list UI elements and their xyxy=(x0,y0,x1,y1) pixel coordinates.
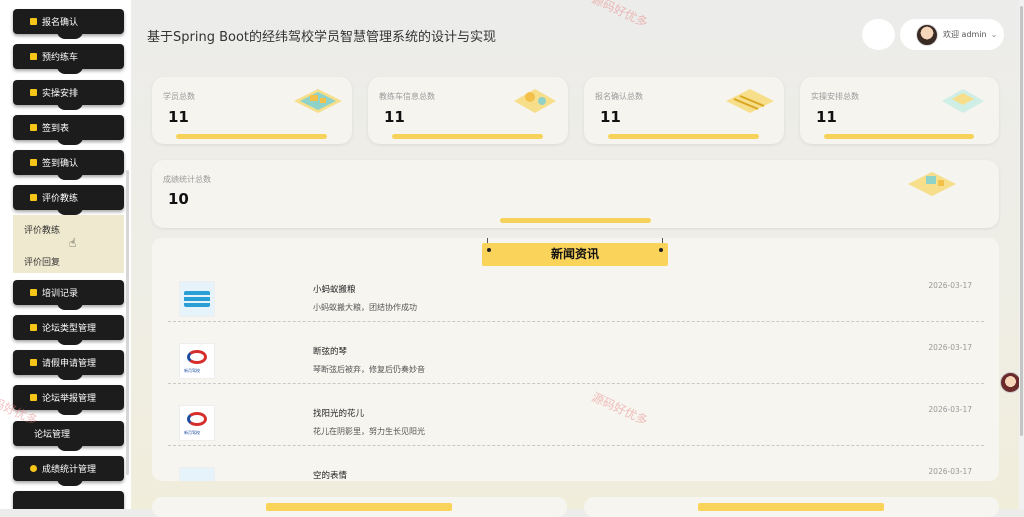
schedule-icon xyxy=(30,89,37,96)
avatar xyxy=(916,23,938,46)
stat-label: 教练车信息总数 xyxy=(379,92,435,101)
isometric-illustration-icon xyxy=(726,89,774,113)
stat-bar xyxy=(500,218,651,223)
menu-item-signup-confirm[interactable]: 报名确认 xyxy=(13,9,124,39)
sidebar: 报名确认 预约练车 实操安排 签到表 签到确认 评价教练 评价教练 评价回复 ☝… xyxy=(0,0,131,509)
menu-item-forum-type[interactable]: 论坛类型管理 xyxy=(13,315,124,345)
news-item[interactable]: 新月驾校 断弦的琴 琴断弦后被弃，修复后仍奏妙音 2026-03-17 xyxy=(168,321,984,384)
user-menu[interactable]: 欢迎 admin ⌄ xyxy=(900,19,1004,50)
news-date: 2026-03-17 xyxy=(928,467,972,476)
report-icon xyxy=(30,394,37,401)
floating-avatar[interactable] xyxy=(1000,372,1021,393)
folder-icon xyxy=(30,324,37,331)
news-title[interactable]: 找阳光的花儿 xyxy=(313,407,364,419)
welcome-text: 欢迎 admin xyxy=(943,30,987,39)
news-title[interactable]: 小蚂蚁搬粮 xyxy=(313,283,356,295)
record-icon xyxy=(30,289,37,296)
stat-value: 10 xyxy=(168,190,189,208)
stat-label: 实操安排总数 xyxy=(811,92,859,101)
confirm-icon xyxy=(30,159,37,166)
leave-icon xyxy=(30,359,37,366)
stat-value: 11 xyxy=(600,108,621,126)
stat-card-coach-cars: 教练车信息总数 11 xyxy=(368,77,568,144)
mouse-cursor-icon: ☝ xyxy=(69,236,77,250)
menu-item-more[interactable] xyxy=(13,491,124,509)
stat-value: 11 xyxy=(168,108,189,126)
page-title: 基于Spring Boot的经纬驾校学员智慧管理系统的设计与实现 xyxy=(147,30,497,45)
news-title[interactable]: 断弦的琴 xyxy=(313,345,347,357)
stat-bar xyxy=(392,134,543,139)
isometric-illustration-icon xyxy=(942,89,984,113)
stat-label: 学员总数 xyxy=(163,92,195,101)
stat-card-students: 学员总数 11 xyxy=(152,77,352,144)
submenu-item-review-reply[interactable]: 评价回复 xyxy=(24,255,60,268)
isometric-illustration-icon xyxy=(514,89,556,113)
menu-item-practical-schedule[interactable]: 实操安排 xyxy=(13,80,124,110)
news-date: 2026-03-17 xyxy=(928,343,972,352)
page-scrollbar[interactable] xyxy=(1019,0,1024,509)
sidebar-scrollbar[interactable] xyxy=(126,170,129,475)
isometric-illustration-icon xyxy=(294,89,342,113)
header-circle-button[interactable] xyxy=(862,19,895,50)
submenu-item-coach-review[interactable]: 评价教练 xyxy=(24,223,60,236)
news-thumbnail xyxy=(179,281,215,317)
news-item[interactable]: 小蚂蚁搬粮 小蚂蚁搬大粮，团结协作成功 2026-03-17 xyxy=(168,259,984,322)
stat-bar xyxy=(608,134,759,139)
menu-item-checkin-sheet[interactable]: 签到表 xyxy=(13,115,124,145)
watermark-text: 源码好优多 xyxy=(589,0,650,30)
calendar-icon xyxy=(30,53,37,60)
isometric-illustration-icon xyxy=(908,172,956,196)
stat-bar xyxy=(176,134,327,139)
news-desc: 琴断弦后被弃，修复后仍奏妙音 xyxy=(313,365,425,374)
news-thumbnail: 新月驾校 xyxy=(179,405,215,441)
checkin-icon xyxy=(30,124,37,131)
menu-item-book-practice[interactable]: 预约练车 xyxy=(13,44,124,74)
news-thumbnail: 新月驾校 xyxy=(179,343,215,379)
menu-item-training-record[interactable]: 培训记录 xyxy=(13,280,124,310)
menu-item-checkin-confirm[interactable]: 签到确认 xyxy=(13,150,124,180)
chevron-down-icon: ⌄ xyxy=(990,30,998,39)
news-item[interactable]: 新月驾校 找阳光的花儿 花儿在阴影里，努力生长见阳光 2026-03-17 xyxy=(168,383,984,446)
news-date: 2026-03-17 xyxy=(928,405,972,414)
clipboard-icon xyxy=(30,18,37,25)
news-date: 2026-03-17 xyxy=(928,281,972,290)
news-title[interactable]: 空的表情 xyxy=(313,469,347,481)
bottom-panel-left xyxy=(152,497,567,517)
bottom-panel-right xyxy=(584,497,999,517)
review-icon xyxy=(30,194,37,201)
stat-value: 11 xyxy=(384,108,405,126)
stat-card-signup-confirm: 报名确认总数 11 xyxy=(584,77,784,144)
stat-label: 报名确认总数 xyxy=(595,92,643,101)
news-thumbnail xyxy=(179,467,215,481)
news-desc: 小蚂蚁搬大粮，团结协作成功 xyxy=(313,303,417,312)
stat-bar xyxy=(824,134,974,139)
stat-card-score-stats: 成绩统计总数 10 xyxy=(152,160,999,228)
stat-card-practical-schedule: 实操安排总数 11 xyxy=(800,77,999,144)
news-desc: 花儿在阴影里，努力生长见阳光 xyxy=(313,427,425,436)
stat-label: 成绩统计总数 xyxy=(163,175,211,184)
stat-value: 11 xyxy=(816,108,837,126)
menu-item-coach-review[interactable]: 评价教练 xyxy=(13,185,124,215)
news-item[interactable]: 空的表情 2026-03-17 xyxy=(168,445,984,481)
menu-item-forum-report[interactable]: 论坛举报管理 xyxy=(13,385,124,415)
menu-item-score-stats[interactable]: 成绩统计管理 xyxy=(13,456,124,486)
stats-icon xyxy=(30,465,37,472)
menu-item-leave-request[interactable]: 请假申请管理 xyxy=(13,350,124,380)
news-section: 新闻资讯 小蚂蚁搬粮 小蚂蚁搬大粮，团结协作成功 2026-03-17 新月驾校… xyxy=(152,238,999,481)
